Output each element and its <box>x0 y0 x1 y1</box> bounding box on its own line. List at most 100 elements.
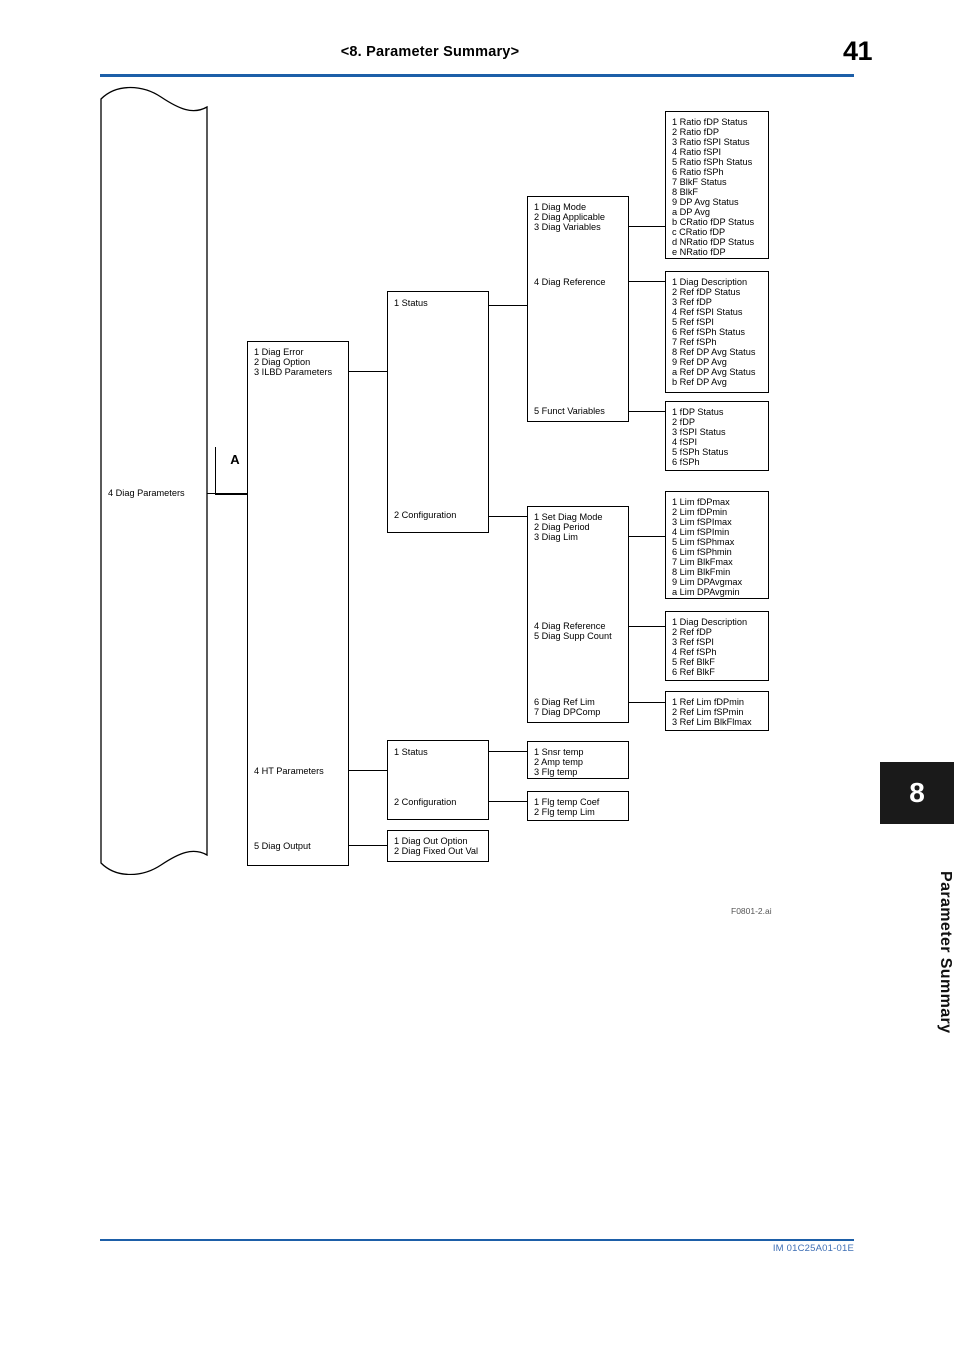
diag-dpcomp: 7 Diag DPComp <box>534 707 601 717</box>
diag-reference-item: b Ref DP Avg <box>672 377 727 387</box>
box-ht-status-config: 1 Status 2 Configuration <box>387 740 489 820</box>
snsr-temp: 1 Snsr temp <box>534 747 584 757</box>
diag-variables-item: e NRatio fDP <box>672 247 726 257</box>
diag-fixed-out-val: 2 Diag Fixed Out Val <box>394 846 479 856</box>
connector-diag-lim <box>629 536 665 538</box>
diag-variables: 3 Diag Variables <box>534 222 601 232</box>
ht-config-label: 2 Configuration <box>394 797 457 807</box>
diag-reference-item: 5 Ref fSPI <box>672 317 714 327</box>
document-code: IM 01C25A01-01E <box>772 1243 854 1254</box>
diag-reference2-item: 2 Ref fDP <box>672 627 712 637</box>
diag-lim: 3 Diag Lim <box>534 532 578 542</box>
parameter-tree-diagram: 4 Diag Parameters A 1 Diag Error 2 Diag … <box>0 0 954 960</box>
box-ilbd-status-config: 1 Status 2 Configuration <box>387 291 489 533</box>
diag-lim-item: 9 Lim DPAvgmax <box>672 577 743 587</box>
funct-variables-item: 5 fSPh Status <box>672 447 729 457</box>
diag-lim-item: 6 Lim fSPhmin <box>672 547 732 557</box>
box-configuration-detail: 1 Set Diag Mode 2 Diag Period 3 Diag Lim… <box>527 506 629 723</box>
box-diag-parameters: 1 Diag Error 2 Diag Option 3 ILBD Parame… <box>247 341 349 866</box>
ht-status-label: 1 Status <box>394 747 428 757</box>
funct-variables-item: 3 fSPI Status <box>672 427 726 437</box>
diag-variables-item: a DP Avg <box>672 207 710 217</box>
diag-variables-item: 7 BlkF Status <box>672 177 727 187</box>
torn-page-bracket <box>100 86 208 875</box>
diag-variables-item: 4 Ratio fSPI <box>672 147 722 157</box>
diag-reference: 4 Diag Reference <box>534 277 606 287</box>
diag-reference-2: 4 Diag Reference <box>534 621 606 631</box>
flg-temp-coef: 1 Flg temp Coef <box>534 797 600 807</box>
diag-lim-item: 2 Lim fDPmin <box>672 507 728 517</box>
diag-reference-item: 9 Ref DP Avg <box>672 357 727 367</box>
box-diag-parameters-line3: 3 ILBD Parameters <box>254 367 333 377</box>
funct-variables-item: 2 fDP <box>672 417 695 427</box>
diag-lim-item: a Lim DPAvgmin <box>672 587 740 597</box>
funct-variables-item: 1 fDP Status <box>672 407 724 417</box>
box-diag-ref-lim-detail: 1 Ref Lim fDPmin 2 Ref Lim fSPmin 3 Ref Li… <box>665 691 769 731</box>
diag-reference-item: a Ref DP Avg Status <box>672 367 756 377</box>
funct-variables-item: 4 fSPI <box>672 437 698 447</box>
chapter-number: 8 <box>909 777 925 808</box>
box-diag-parameters-ht: 4 HT Parameters <box>254 766 324 776</box>
diag-reference2-item: 5 Ref BlkF <box>672 657 715 667</box>
diag-reference-item: 7 Ref fSPh <box>672 337 717 347</box>
diag-variables-item: c CRatio fDP <box>672 227 726 237</box>
diag-ref-lim-item: 2 Ref Lim fSPmin <box>672 707 744 717</box>
box-diag-reference2-detail: 1 Diag Description 2 Ref fDP 3 Ref fSPI 4 R… <box>665 611 769 681</box>
diag-reference2-item: 1 Diag Description <box>672 617 748 627</box>
diag-ref-lim: 6 Diag Ref Lim <box>534 697 595 707</box>
connector-diag-variables <box>629 226 665 228</box>
funct-variables-item: 6 fSPh <box>672 457 700 467</box>
diag-applicable: 2 Diag Applicable <box>534 212 605 222</box>
diag-variables-item: 3 Ratio fSPI Status <box>672 137 750 147</box>
box-diag-output: 1 Diag Out Option 2 Diag Fixed Out Val <box>387 830 489 862</box>
diag-variables-item: b CRatio fDP Status <box>672 217 755 227</box>
diag-lim-item: 5 Lim fSPhmax <box>672 537 735 547</box>
funct-variables: 5 Funct Variables <box>534 406 605 416</box>
diag-lim-item: 7 Lim BlkFmax <box>672 557 733 567</box>
chapter-label: Parameter Summary <box>937 870 954 1034</box>
box-diag-variables-detail: 1 Ratio fDP Status 2 Ratio fDP 3 Ratio fSP… <box>665 111 769 259</box>
diag-lim-item: 1 Lim fDPmax <box>672 497 730 507</box>
box-diag-parameters-line2: 2 Diag Option <box>254 357 311 367</box>
diag-reference-item: 2 Ref fDP Status <box>672 287 741 297</box>
diag-lim-item: 4 Lim fSPImin <box>672 527 730 537</box>
diag-reference-item: 1 Diag Description <box>672 277 748 287</box>
box-status-detail: 1 Diag Mode 2 Diag Applicable 3 Diag Var… <box>527 196 629 422</box>
diag-lim-item: 3 Lim fSPImax <box>672 517 732 527</box>
connector-status-to-col3 <box>489 305 527 307</box>
figure-caption: F0801-2.ai <box>731 906 772 916</box>
diag-reference2-item: 3 Ref fSPI <box>672 637 714 647</box>
footer-divider <box>100 1239 854 1241</box>
diag-variables-item: 2 Ratio fDP <box>672 127 719 137</box>
box-diag-reference-detail: 1 Diag Description 2 Ref fDP Status 3 Ref … <box>665 271 769 393</box>
box-diag-parameters-output: 5 Diag Output <box>254 841 311 851</box>
ilbd-config-label: 2 Configuration <box>394 510 457 520</box>
diag-reference-item: 8 Ref DP Avg Status <box>672 347 756 357</box>
diag-reference2-item: 4 Ref fSPh <box>672 647 717 657</box>
diag-supp-count: 5 Diag Supp Count <box>534 631 612 641</box>
diag-ref-lim-item: 1 Ref Lim fDPmin <box>672 697 744 707</box>
diag-ref-lim-item: 3 Ref Lim BlkFlmax <box>672 717 752 727</box>
connector-diag-reference2 <box>629 626 665 628</box>
box-funct-variables-detail: 1 fDP Status 2 fDP 3 fSPI Status 4 fSPI 5 fS… <box>665 401 769 471</box>
box-ht-config-detail: 1 Flg temp Coef 2 Flg temp Lim <box>527 791 629 821</box>
diag-variables-item: d NRatio fDP Status <box>672 237 755 247</box>
connector-ht-status-to-col3 <box>489 751 527 753</box>
diag-variables-item: 6 Ratio fSPh <box>672 167 724 177</box>
connector-ht-config-to-col3 <box>489 801 527 803</box>
connector-funct-variables <box>629 411 665 413</box>
box-ht-status-detail: 1 Snsr temp 2 Amp temp 3 Flg temp <box>527 741 629 779</box>
connector-diag-output <box>349 845 387 847</box>
diag-mode: 1 Diag Mode <box>534 202 587 212</box>
connector-config-to-col3 <box>489 516 527 518</box>
connector-diag-reference <box>629 281 665 283</box>
ilbd-status-label: 1 Status <box>394 298 428 308</box>
amp-temp: 2 Amp temp <box>534 757 584 767</box>
connector-ht <box>349 770 387 772</box>
diag-reference-item: 4 Ref fSPI Status <box>672 307 743 317</box>
diag-reference-item: 6 Ref fSPh Status <box>672 327 746 337</box>
diag-variables-item: 5 Ratio fSPh Status <box>672 157 753 167</box>
diag-variables-item: 1 Ratio fDP Status <box>672 117 748 127</box>
connector-diag-ref-lim <box>629 702 665 704</box>
set-diag-mode: 1 Set Diag Mode <box>534 512 603 522</box>
